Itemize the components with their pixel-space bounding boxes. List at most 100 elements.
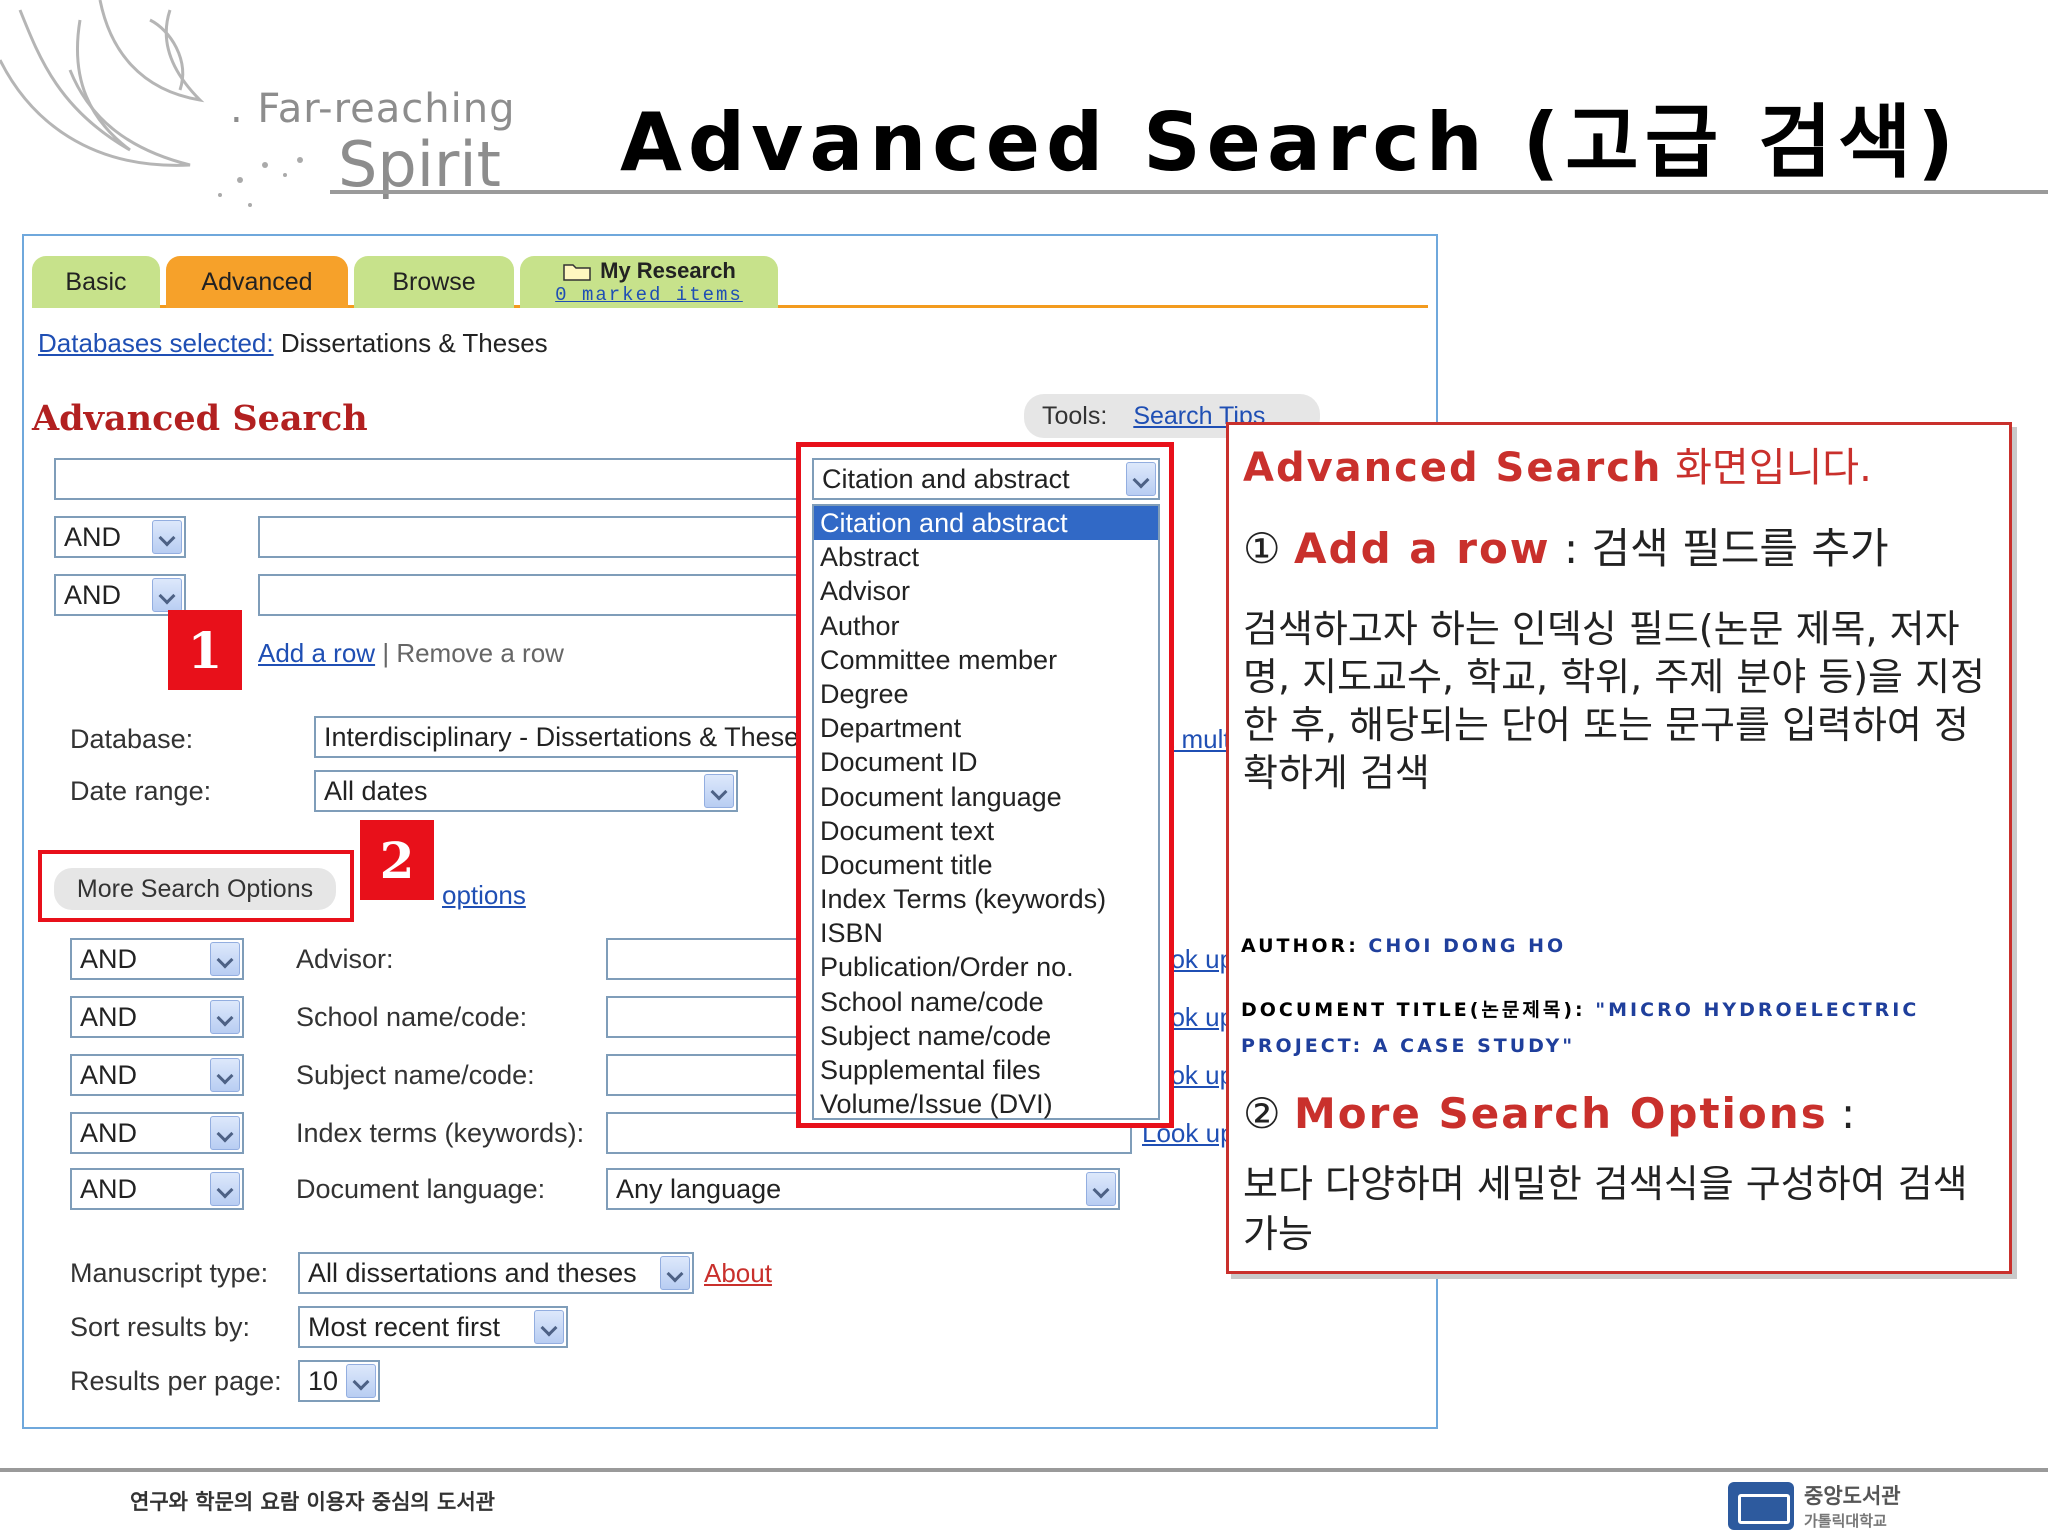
advisor-operator-select[interactable]: AND: [70, 938, 244, 980]
search-input-row-3[interactable]: [258, 574, 814, 616]
example-author: AUTHOR: CHOI DONG HO: [1241, 935, 1567, 957]
dropdown-option[interactable]: Citation and abstract: [814, 506, 1158, 541]
dropdown-option[interactable]: Document ID: [814, 745, 1158, 779]
library-name: 중앙도서관: [1804, 1484, 1901, 1508]
advisor-input[interactable]: [606, 938, 826, 980]
dropdown-option[interactable]: Author: [814, 609, 1158, 643]
advisor-label: Advisor:: [296, 944, 394, 974]
slide-title: Advanced Search (고급 검색): [620, 96, 1960, 189]
row-operator-select-3[interactable]: AND: [54, 574, 186, 616]
section-2-body: 보다 다양하며 세밀한 검색식을 구성하여 검색 가능: [1243, 1162, 1968, 1256]
dropdown-option[interactable]: Document title: [814, 848, 1158, 882]
manuscript-type-label: Manuscript type:: [70, 1258, 269, 1288]
index-terms-operator-select[interactable]: AND: [70, 1112, 244, 1154]
chevron-down-icon: [210, 1172, 240, 1206]
chevron-down-icon: [210, 1000, 240, 1034]
dropdown-option[interactable]: Abstract: [814, 540, 1158, 574]
logo-line-1: . Far-reaching: [230, 86, 516, 132]
dropdown-option[interactable]: Department: [814, 711, 1158, 745]
field-dropdown-list: Citation and abstract Abstract Advisor Auth…: [812, 504, 1160, 1120]
header-divider: [330, 190, 2048, 194]
dropdown-option[interactable]: Supplemental files: [814, 1053, 1158, 1087]
chevron-down-icon: [1086, 1172, 1116, 1206]
footer-slogan: 연구와 학문의 요람 이용자 중심의 도서관: [130, 1490, 495, 1514]
advanced-search-heading: Advanced Search: [32, 398, 368, 439]
school-label: School name/code:: [296, 1002, 528, 1032]
section-2-heading: ② More Search Options :: [1243, 1089, 1856, 1138]
dropdown-option[interactable]: Index Terms (keywords): [814, 882, 1158, 916]
tab-bar: Basic Advanced Browse My Research 0 mark…: [32, 256, 1428, 308]
tab-my-research[interactable]: My Research 0 marked items: [520, 256, 778, 308]
results-per-page-select[interactable]: 10: [298, 1360, 380, 1402]
about-link[interactable]: About: [704, 1258, 772, 1289]
tab-browse[interactable]: Browse: [354, 256, 514, 308]
chevron-down-icon: [210, 942, 240, 976]
panel-title: Advanced Search 화면입니다.: [1243, 445, 1872, 491]
databases-selected-value: Dissertations & Theses: [280, 328, 548, 358]
chevron-down-icon: [346, 1364, 376, 1398]
example-title-line-1: DOCUMENT TITLE(논문제목): "MICRO HYDROELECTR…: [1241, 999, 1920, 1021]
database-label: Database:: [70, 724, 194, 754]
school-input[interactable]: [606, 996, 826, 1038]
databases-selected-line: Databases selected: Dissertations & Thes…: [38, 328, 548, 359]
add-row-link[interactable]: Add a row: [258, 638, 375, 668]
more-search-options-button[interactable]: More Search Options: [54, 868, 336, 910]
tab-advanced[interactable]: Advanced: [166, 256, 348, 308]
chevron-down-icon: [210, 1058, 240, 1092]
dropdown-option[interactable]: Document language: [814, 780, 1158, 814]
explanation-panel: Advanced Search 화면입니다. ① Add a row : 검색 …: [1226, 422, 2012, 1274]
search-input-row-2[interactable]: [258, 516, 814, 558]
marker-2: 2: [360, 820, 434, 900]
section-1-heading: ① Add a row : 검색 필드를 추가: [1243, 524, 1889, 573]
date-range-select[interactable]: All dates: [314, 770, 738, 812]
document-language-select[interactable]: Any language: [606, 1168, 1120, 1210]
remove-row-link[interactable]: Remove a row: [396, 638, 564, 668]
subject-operator-select[interactable]: AND: [70, 1054, 244, 1096]
field-select[interactable]: Citation and abstract: [812, 458, 1160, 500]
index-terms-label: Index terms (keywords):: [296, 1118, 585, 1148]
footer-divider: [0, 1468, 2048, 1472]
tools-label: Tools:: [1042, 401, 1108, 430]
folder-icon: [563, 263, 591, 281]
language-operator-select[interactable]: AND: [70, 1168, 244, 1210]
university-name: 가톨릭대학교: [1804, 1512, 1887, 1530]
chevron-down-icon: [152, 520, 182, 554]
dropdown-option[interactable]: Degree: [814, 677, 1158, 711]
my-research-label: My Research: [600, 257, 736, 283]
chevron-down-icon: [1126, 462, 1156, 496]
subject-label: Subject name/code:: [296, 1060, 535, 1090]
section-1-body: 검색하고자 하는 인덱싱 필드(논문 제목, 저자명, 지도교수, 학교, 학위…: [1243, 607, 1986, 795]
add-remove-row-links: Add a row | Remove a row: [258, 638, 564, 668]
sort-results-select[interactable]: Most recent first: [298, 1306, 568, 1348]
dropdown-option[interactable]: School name/code: [814, 985, 1158, 1019]
subject-input[interactable]: [606, 1054, 826, 1096]
library-emblem-icon: [1728, 1481, 1794, 1530]
fewer-options-link[interactable]: options: [442, 880, 526, 911]
manuscript-type-select[interactable]: All dissertations and theses: [298, 1252, 694, 1294]
document-language-label: Document language:: [296, 1174, 546, 1204]
results-per-page-label: Results per page:: [70, 1366, 282, 1396]
sort-results-label: Sort results by:: [70, 1312, 251, 1342]
chevron-down-icon: [210, 1116, 240, 1150]
dropdown-option[interactable]: Volume/Issue (DVI): [814, 1087, 1158, 1121]
tab-basic[interactable]: Basic: [32, 256, 160, 308]
dropdown-option[interactable]: Publication/Order no.: [814, 950, 1158, 984]
marker-1: 1: [168, 610, 242, 690]
search-input-row-1[interactable]: [54, 458, 814, 500]
chevron-down-icon: [704, 774, 734, 808]
school-operator-select[interactable]: AND: [70, 996, 244, 1038]
dropdown-option[interactable]: Document text: [814, 814, 1158, 848]
chevron-down-icon: [534, 1310, 564, 1344]
row-operator-select-2[interactable]: AND: [54, 516, 186, 558]
dropdown-option[interactable]: Advisor: [814, 574, 1158, 608]
databases-selected-link[interactable]: Databases selected:: [38, 328, 274, 358]
database-select[interactable]: Interdisciplinary - Dissertations & Thes…: [314, 716, 834, 758]
dropdown-option[interactable]: ISBN: [814, 916, 1158, 950]
dropdown-option[interactable]: Committee member: [814, 643, 1158, 677]
date-range-label: Date range:: [70, 776, 212, 806]
chevron-down-icon: [152, 578, 182, 612]
dropdown-option[interactable]: Subject name/code: [814, 1019, 1158, 1053]
far-reaching-spirit-logo: . Far-reaching Spirit: [0, 0, 520, 220]
marked-items-link[interactable]: 0 marked items: [555, 285, 743, 305]
chevron-down-icon: [660, 1256, 690, 1290]
